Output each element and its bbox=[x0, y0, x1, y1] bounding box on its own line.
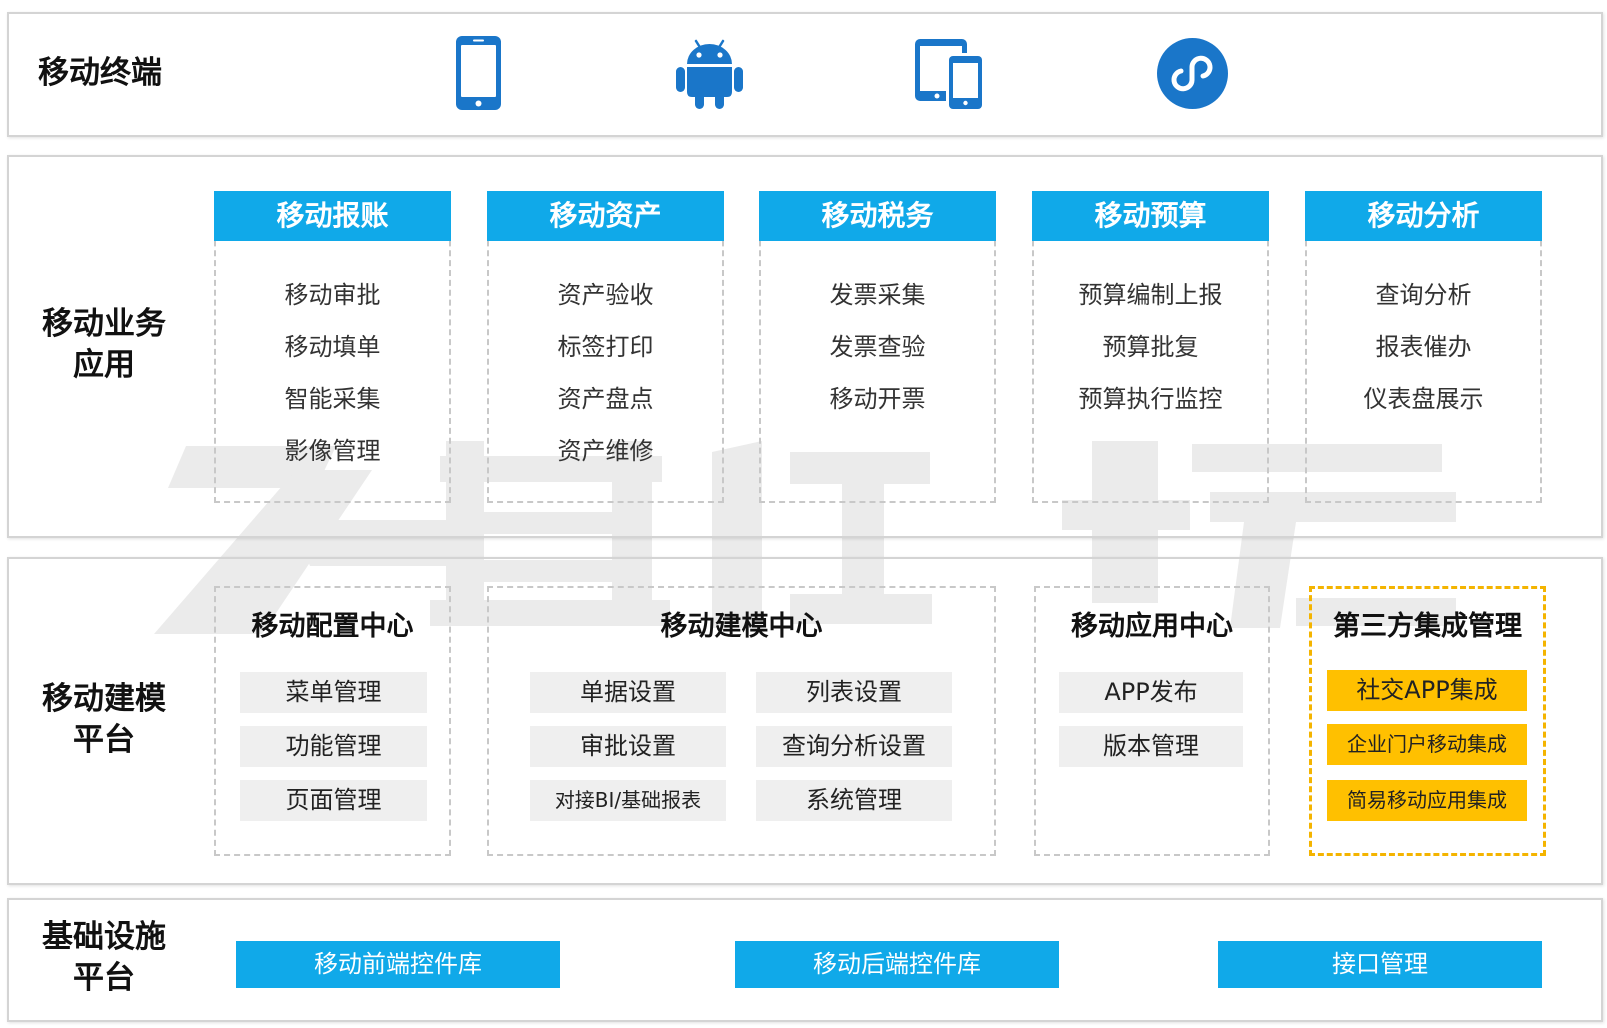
layer-label-line: 移动建模 bbox=[42, 681, 166, 717]
layer-label-line: 基础设施 bbox=[42, 919, 166, 955]
mobile-terminal-layer: 移动终端 bbox=[7, 12, 1603, 137]
module-item: 预算执行监控 bbox=[1078, 385, 1223, 413]
tile-item: 对接BI/基础报表 bbox=[530, 780, 726, 821]
android-icon bbox=[674, 38, 745, 109]
module-item: 发票采集 bbox=[829, 281, 926, 309]
tile-item: 页面管理 bbox=[240, 780, 427, 821]
mobile-business-layer: 移动业务 应用 移动报账 移动审批 移动填单 智能采集 影像管理 移动资产 资产… bbox=[7, 155, 1603, 538]
module-header: 移动资产 bbox=[487, 191, 724, 241]
panel-title: 移动建模中心 bbox=[660, 611, 823, 642]
module-header: 移动分析 bbox=[1305, 191, 1542, 241]
module-item: 查询分析 bbox=[1375, 281, 1472, 309]
panel-title: 移动应用中心 bbox=[1071, 611, 1233, 642]
layer-label: 基础设施 平台 bbox=[38, 917, 170, 999]
component-frontend-widget-library: 移动前端控件库 bbox=[236, 941, 560, 988]
module-header: 移动税务 bbox=[759, 191, 996, 241]
panel-app-center: 移动应用中心 APP发布 版本管理 bbox=[1034, 586, 1270, 856]
component-interface-management: 接口管理 bbox=[1218, 941, 1542, 988]
module-mobile-analytics: 移动分析 查询分析 报表催办 仪表盘展示 bbox=[1305, 191, 1542, 503]
module-item: 移动审批 bbox=[284, 281, 381, 309]
panel-third-party-integration: 第三方集成管理 社交APP集成 企业门户移动集成 简易移动应用集成 bbox=[1309, 586, 1546, 856]
module-item: 预算编制上报 bbox=[1078, 281, 1223, 309]
tile-item: 列表设置 bbox=[756, 672, 952, 713]
layer-label: 移动业务 应用 bbox=[38, 304, 170, 386]
module-item: 仪表盘展示 bbox=[1363, 385, 1484, 413]
module-item: 标签打印 bbox=[557, 333, 654, 361]
module-mobile-assets: 移动资产 资产验收 标签打印 资产盘点 资产维修 bbox=[487, 191, 724, 503]
tile-item: 菜单管理 bbox=[240, 672, 427, 713]
tile-item: 版本管理 bbox=[1059, 726, 1243, 767]
mobile-modeling-layer: 移动建模 平台 移动配置中心 菜单管理 功能管理 页面管理 移动建模中心 单据设… bbox=[7, 557, 1603, 885]
layer-label: 移动建模 平台 bbox=[38, 679, 170, 761]
panel-modeling-center: 移动建模中心 单据设置 列表设置 审批设置 查询分析设置 对接BI/基础报表 系… bbox=[487, 586, 996, 856]
module-item: 资产验收 bbox=[557, 281, 654, 309]
tile-item: 功能管理 bbox=[240, 726, 427, 767]
module-item: 资产盘点 bbox=[557, 385, 654, 413]
tile-item: 简易移动应用集成 bbox=[1327, 780, 1527, 821]
tile-item: APP发布 bbox=[1059, 672, 1243, 713]
module-header: 移动报账 bbox=[214, 191, 451, 241]
module-item: 发票查验 bbox=[829, 333, 926, 361]
panel-title: 第三方集成管理 bbox=[1333, 611, 1522, 642]
tile-item: 企业门户移动集成 bbox=[1327, 724, 1527, 765]
module-item: 智能采集 bbox=[284, 385, 381, 413]
module-item-list: 预算编制上报 预算批复 预算执行监控 bbox=[1034, 269, 1267, 425]
tile-item: 社交APP集成 bbox=[1327, 670, 1527, 711]
module-item: 报表催办 bbox=[1375, 333, 1472, 361]
module-item: 预算批复 bbox=[1102, 333, 1199, 361]
module-item-list: 查询分析 报表催办 仪表盘展示 bbox=[1307, 269, 1540, 425]
module-item-list: 移动审批 移动填单 智能采集 影像管理 bbox=[216, 269, 449, 477]
module-item: 影像管理 bbox=[284, 437, 381, 465]
module-mobile-reimbursement: 移动报账 移动审批 移动填单 智能采集 影像管理 bbox=[214, 191, 451, 503]
mini-program-icon bbox=[1157, 38, 1228, 109]
tile-item: 单据设置 bbox=[530, 672, 726, 713]
tile-item: 审批设置 bbox=[530, 726, 726, 767]
panel-title: 移动配置中心 bbox=[251, 611, 414, 642]
layer-label-line: 平台 bbox=[73, 960, 135, 996]
module-mobile-tax: 移动税务 发票采集 发票查验 移动开票 bbox=[759, 191, 996, 503]
module-item-list: 资产验收 标签打印 资产盘点 资产维修 bbox=[489, 269, 722, 477]
component-backend-widget-library: 移动后端控件库 bbox=[735, 941, 1059, 988]
module-item: 移动填单 bbox=[284, 333, 381, 361]
tablet-phone-icon bbox=[915, 39, 985, 109]
layer-label-line: 移动业务 bbox=[42, 306, 166, 342]
panel-config-center: 移动配置中心 菜单管理 功能管理 页面管理 bbox=[214, 586, 451, 856]
module-item: 资产维修 bbox=[557, 437, 654, 465]
infrastructure-layer: 基础设施 平台 移动前端控件库 移动后端控件库 接口管理 bbox=[7, 898, 1603, 1022]
module-header: 移动预算 bbox=[1032, 191, 1269, 241]
layer-label: 移动终端 bbox=[38, 55, 162, 91]
layer-label-line: 应用 bbox=[73, 347, 135, 383]
tile-item: 系统管理 bbox=[756, 780, 952, 821]
module-item-list: 发票采集 发票查验 移动开票 bbox=[761, 269, 994, 425]
module-item: 移动开票 bbox=[829, 385, 926, 413]
tile-item: 查询分析设置 bbox=[756, 726, 952, 767]
module-mobile-budget: 移动预算 预算编制上报 预算批复 预算执行监控 bbox=[1032, 191, 1269, 503]
smartphone-icon bbox=[456, 36, 501, 110]
layer-label-line: 平台 bbox=[73, 722, 135, 758]
